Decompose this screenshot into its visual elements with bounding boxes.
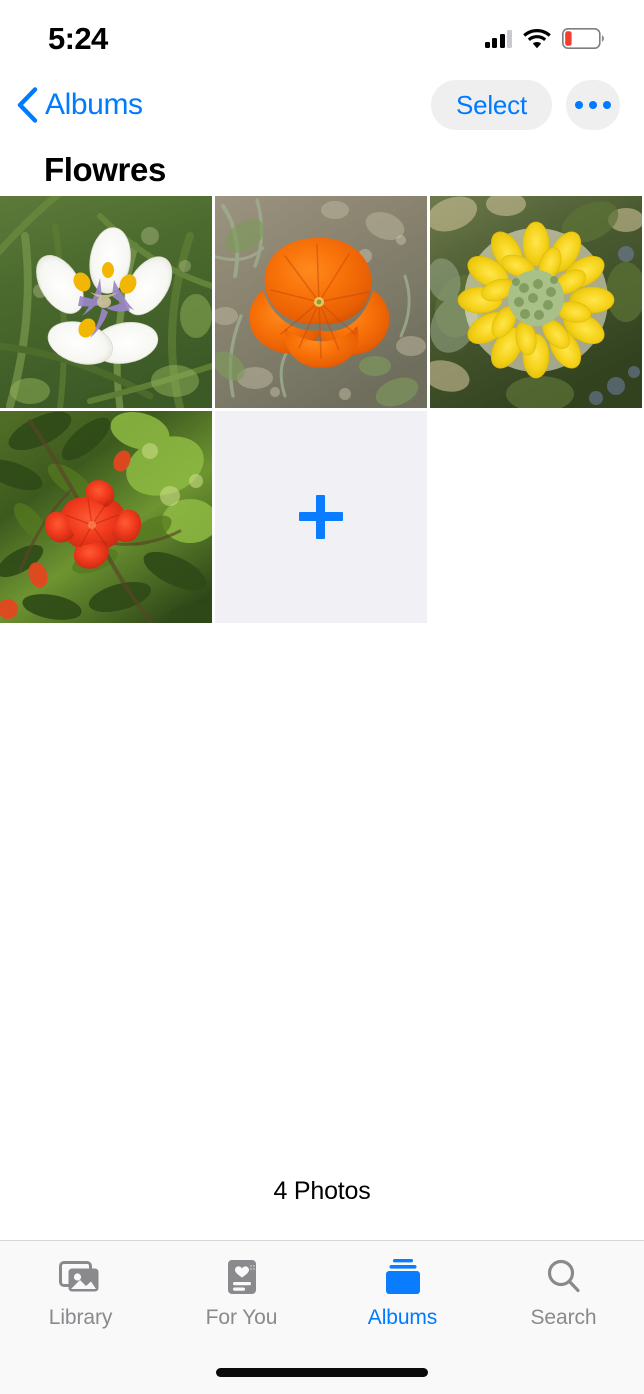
- status-bar: 5:24: [0, 0, 644, 72]
- page-title: Flowres: [44, 151, 166, 188]
- tab-search-label: Search: [530, 1306, 597, 1329]
- back-button[interactable]: Albums: [10, 83, 149, 127]
- photo-stack-icon: [58, 1255, 103, 1299]
- more-options-button[interactable]: [566, 80, 620, 130]
- tab-library[interactable]: Library: [0, 1255, 161, 1328]
- photo-yellow-flower[interactable]: [430, 196, 642, 408]
- photos-album-screen: 5:24 Albums Select Flowres 4 Photos Libr…: [0, 0, 644, 1394]
- select-button-label: Select: [455, 90, 527, 120]
- photo-orange-poppy[interactable]: [215, 196, 427, 408]
- photo-grid: [0, 196, 644, 623]
- photo-red-flower-image: [0, 411, 212, 623]
- photo-red-flower[interactable]: [0, 411, 212, 623]
- photo-white-iris[interactable]: [0, 196, 212, 408]
- plus-icon: [299, 495, 343, 539]
- ellipsis-icon: [575, 101, 611, 109]
- wifi-icon: [523, 28, 551, 48]
- photo-orange-poppy-image: [215, 196, 427, 408]
- home-indicator-area: [0, 1350, 644, 1394]
- tab-albums-label: Albums: [367, 1306, 438, 1329]
- tab-for-you-label: For You: [205, 1306, 278, 1329]
- photo-count-label: 4 Photos: [273, 1177, 371, 1205]
- tab-search[interactable]: Search: [483, 1255, 644, 1328]
- back-button-label: Albums: [45, 88, 143, 121]
- magnifier-icon: [544, 1255, 584, 1299]
- cellular-signal-icon: [484, 29, 512, 48]
- photo-white-iris-image: [0, 196, 212, 408]
- heart-card-icon: [222, 1255, 262, 1299]
- status-time: 5:24: [48, 20, 108, 56]
- chevron-left-icon: [17, 87, 38, 123]
- tab-albums[interactable]: Albums: [322, 1255, 483, 1328]
- battery-low-icon: [562, 27, 604, 49]
- content-spacer: [0, 623, 644, 1177]
- select-button[interactable]: Select: [430, 80, 552, 130]
- add-photos-tile[interactable]: [215, 411, 427, 623]
- tab-for-you[interactable]: For You: [161, 1255, 322, 1328]
- photo-yellow-flower-image: [430, 196, 642, 408]
- tab-bar: Library For You Albums Search: [0, 1240, 644, 1350]
- albums-stack-icon: [381, 1255, 425, 1299]
- home-indicator[interactable]: [216, 1367, 428, 1377]
- navigation-bar: Albums Select: [0, 72, 644, 138]
- status-indicators: [484, 24, 604, 49]
- navigation-actions: Select: [430, 80, 620, 130]
- tab-library-label: Library: [48, 1306, 113, 1329]
